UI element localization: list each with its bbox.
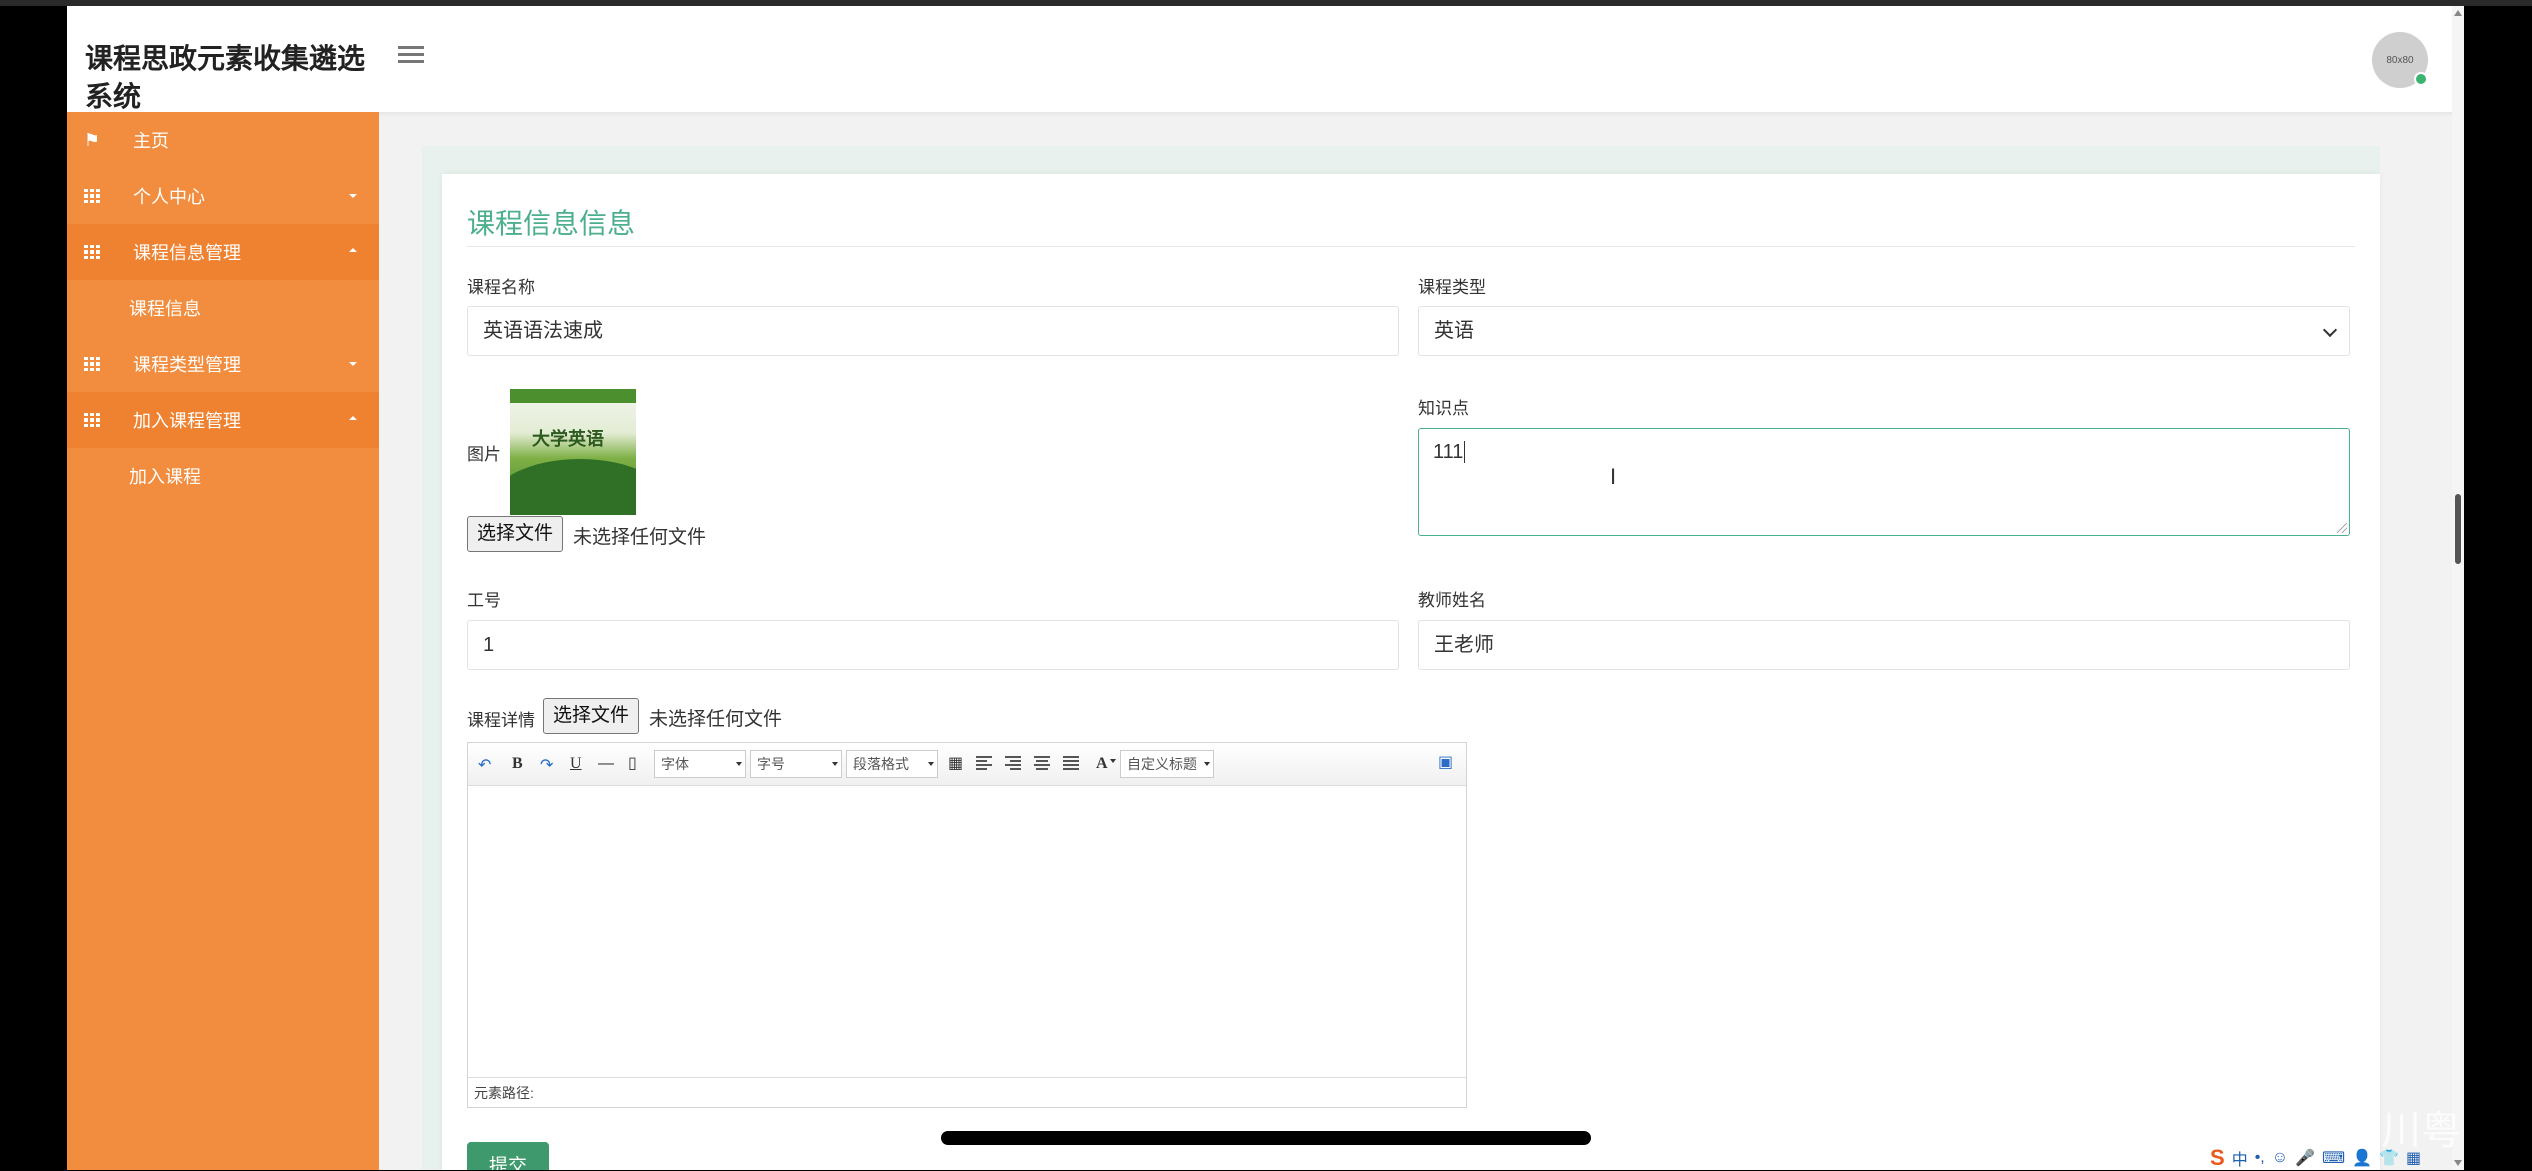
underline-button[interactable]: U <box>570 755 582 773</box>
sidebar-item-label: 加入课程管理 <box>133 411 241 431</box>
teacher-name-input[interactable]: 王老师 <box>1418 620 2350 670</box>
grid-icon <box>83 188 101 204</box>
sidebar-item-label: 课程信息管理 <box>133 243 241 263</box>
font-color-button[interactable]: A <box>1096 755 1108 773</box>
submit-button[interactable]: 提交 <box>467 1142 549 1170</box>
editor-element-path: 元素路径: <box>468 1077 1466 1107</box>
microphone-icon[interactable]: 🎤 <box>2295 1148 2315 1168</box>
fullscreen-icon[interactable]: ▣ <box>1438 752 1453 772</box>
font-family-dropdown[interactable]: 字体 <box>654 750 746 778</box>
image-file-status: 未选择任何文件 <box>573 527 707 548</box>
align-center-icon[interactable] <box>1034 756 1050 770</box>
menu-toggle-icon[interactable] <box>398 42 424 66</box>
image-label: 图片 <box>467 445 501 464</box>
font-size-dropdown[interactable]: 字号 <box>750 750 842 778</box>
horizontal-rule-button[interactable]: — <box>598 755 614 773</box>
home-indicator <box>941 1131 1591 1145</box>
sidebar-subitem-join-course[interactable]: 加入课程 <box>67 448 379 504</box>
online-status-dot <box>2414 72 2428 86</box>
course-form-card: 课程信息信息 课程名称 英语语法速成 课程类型 英语 图片 大学英语 选择文件 … <box>442 174 2380 1170</box>
course-type-select[interactable]: 英语 <box>1418 306 2350 356</box>
grid-icon <box>83 244 101 260</box>
sidebar-item-label: 课程信息 <box>129 299 201 319</box>
caret-down-icon <box>349 194 357 198</box>
undo-icon[interactable]: ↶ <box>478 755 491 775</box>
editor-content-area[interactable] <box>468 786 1466 1071</box>
staff-id-input[interactable]: 1 <box>467 620 1399 670</box>
detail-choose-file-button[interactable]: 选择文件 <box>543 698 640 734</box>
align-right-icon[interactable] <box>1005 756 1021 770</box>
editor-toolbar: ↶ B ↷ U — ▯ 字体 字号 段落格式 ▦ A 自定义标题 ▣ <box>468 743 1466 786</box>
grid-icon <box>83 412 101 428</box>
form-title: 课程信息信息 <box>467 208 636 239</box>
course-type-label: 课程类型 <box>1418 278 1486 297</box>
course-name-input[interactable]: 英语语法速成 <box>467 306 1399 356</box>
page-scrollbar[interactable] <box>2452 6 2464 1170</box>
custom-title-dropdown[interactable]: 自定义标题 <box>1120 750 1214 778</box>
sidebar-item-personal-center[interactable]: 个人中心 <box>67 168 379 224</box>
caret-up-icon <box>349 248 357 252</box>
scrollbar-thumb[interactable] <box>2455 494 2461 564</box>
rich-text-editor: ↶ B ↷ U — ▯ 字体 字号 段落格式 ▦ A 自定义标题 ▣ 元素路径: <box>467 742 1467 1108</box>
user-icon[interactable]: 👤 <box>2352 1148 2372 1168</box>
sidebar-item-label: 加入课程 <box>129 467 201 487</box>
redo-icon[interactable]: ↷ <box>540 755 553 775</box>
table-icon[interactable]: ▦ <box>948 753 963 773</box>
skin-icon[interactable]: 👕 <box>2379 1148 2399 1168</box>
paragraph-format-dropdown[interactable]: 段落格式 <box>846 750 938 778</box>
avatar[interactable]: 80x80 <box>2372 32 2428 88</box>
knowledge-point-textarea[interactable]: 111 <box>1418 428 2350 536</box>
emoji-icon[interactable]: ☺ <box>2272 1149 2288 1167</box>
image-choose-file-button[interactable]: 选择文件 <box>467 516 564 552</box>
sidebar-item-label: 个人中心 <box>133 187 205 207</box>
knowledge-point-label: 知识点 <box>1418 399 1469 418</box>
font-color-caret-icon[interactable] <box>1110 759 1116 763</box>
resize-handle-icon[interactable] <box>2337 523 2347 533</box>
sidebar-item-home[interactable]: ⚑ 主页 <box>67 112 379 168</box>
ime-tray: S 中 •, ☺ 🎤 ⌨ 👤 👕 ▦ <box>2210 1145 2421 1170</box>
keyboard-icon[interactable]: ⌨ <box>2322 1148 2345 1168</box>
sogou-logo-icon[interactable]: S <box>2210 1145 2225 1171</box>
knowledge-point-value: 111 <box>1433 441 1464 463</box>
caret-down-icon <box>349 362 357 366</box>
punctuation-icon[interactable]: •, <box>2255 1149 2265 1167</box>
sidebar-subitem-course-info[interactable]: 课程信息 <box>67 280 379 336</box>
grid-icon <box>83 356 101 372</box>
toolbox-icon[interactable]: ▦ <box>2406 1148 2421 1168</box>
scroll-down-arrow-icon[interactable] <box>2454 1160 2462 1166</box>
align-left-icon[interactable] <box>976 756 992 770</box>
flag-icon: ⚑ <box>83 130 101 150</box>
course-type-selected-value: 英语 <box>1434 320 1474 342</box>
document-icon[interactable]: ▯ <box>628 753 637 773</box>
sidebar-item-course-info-management[interactable]: 课程信息管理 <box>67 224 379 280</box>
caret-up-icon <box>349 416 357 420</box>
text-cursor-icon: I <box>1610 464 1617 489</box>
top-header: 课程思政元素收集遴选系统 80x80 <box>67 6 2464 112</box>
sidebar-item-join-course-management[interactable]: 加入课程管理 <box>67 392 379 448</box>
sidebar-item-label: 课程类型管理 <box>133 355 241 375</box>
detail-file-status: 未选择任何文件 <box>649 709 783 730</box>
title-divider <box>467 246 2355 247</box>
sidebar-item-course-type-management[interactable]: 课程类型管理 <box>67 336 379 392</box>
bold-button[interactable]: B <box>512 755 523 773</box>
cover-title-text: 大学英语 <box>532 429 604 449</box>
sidebar-item-label: 主页 <box>133 131 169 151</box>
avatar-placeholder-text: 80x80 <box>2386 54 2414 66</box>
course-cover-image: 大学英语 <box>510 389 636 515</box>
course-name-label: 课程名称 <box>467 278 535 297</box>
teacher-name-label: 教师姓名 <box>1418 591 1486 610</box>
chevron-down-icon <box>2322 322 2338 338</box>
scroll-up-arrow-icon[interactable] <box>2454 10 2462 16</box>
app-title: 课程思政元素收集遴选系统 <box>85 43 366 112</box>
align-justify-icon[interactable] <box>1063 756 1079 770</box>
course-detail-label: 课程详情 <box>467 711 535 730</box>
staff-id-label: 工号 <box>467 591 501 610</box>
chinese-input-mode-icon[interactable]: 中 <box>2232 1146 2248 1170</box>
sidebar: ⚑ 主页 个人中心 课程信息管理 课程信息 课程类型管理 加入课程管理 加入课程 <box>67 112 379 1170</box>
browser-viewport: 课程思政元素收集遴选系统 80x80 ⚑ 主页 个人中心 课程信息管理 课程信息… <box>67 6 2464 1170</box>
